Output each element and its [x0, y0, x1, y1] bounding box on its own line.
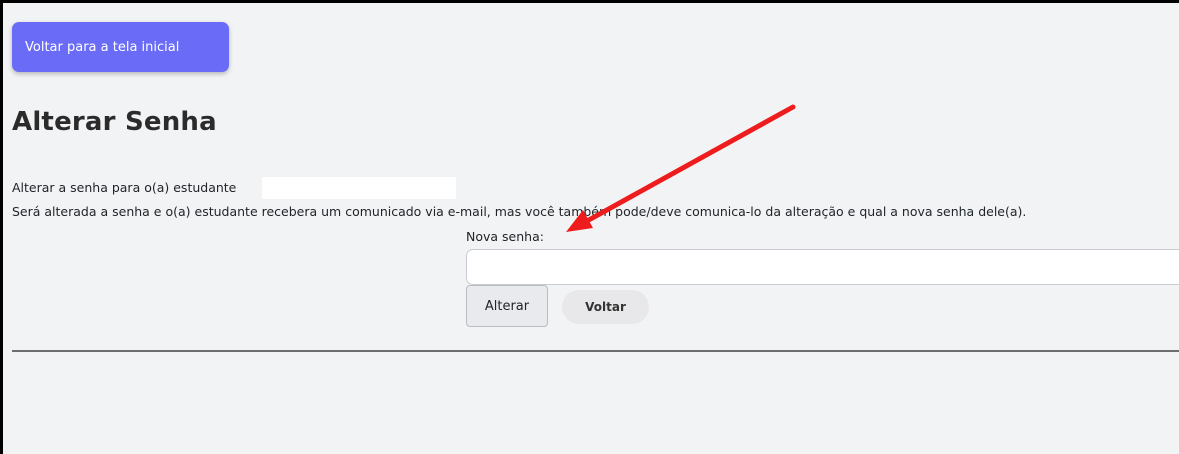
divider — [12, 350, 1179, 352]
new-password-label: Nova senha: — [466, 229, 544, 244]
page-content: Voltar para a tela inicial Alterar Senha… — [3, 3, 1179, 454]
home-button[interactable]: Voltar para a tela inicial — [12, 22, 229, 72]
page-title: Alterar Senha — [12, 107, 217, 137]
back-button[interactable]: Voltar — [562, 290, 649, 324]
description-line-student: Alterar a senha para o(a) estudante — [12, 180, 237, 195]
new-password-input[interactable] — [466, 249, 1179, 285]
redacted-student-name — [262, 177, 456, 199]
page-frame: Voltar para a tela inicial Alterar Senha… — [0, 0, 1179, 454]
description-line-notice: Será alterada a senha e o(a) estudante r… — [12, 204, 1027, 219]
alter-button[interactable]: Alterar — [466, 285, 548, 327]
